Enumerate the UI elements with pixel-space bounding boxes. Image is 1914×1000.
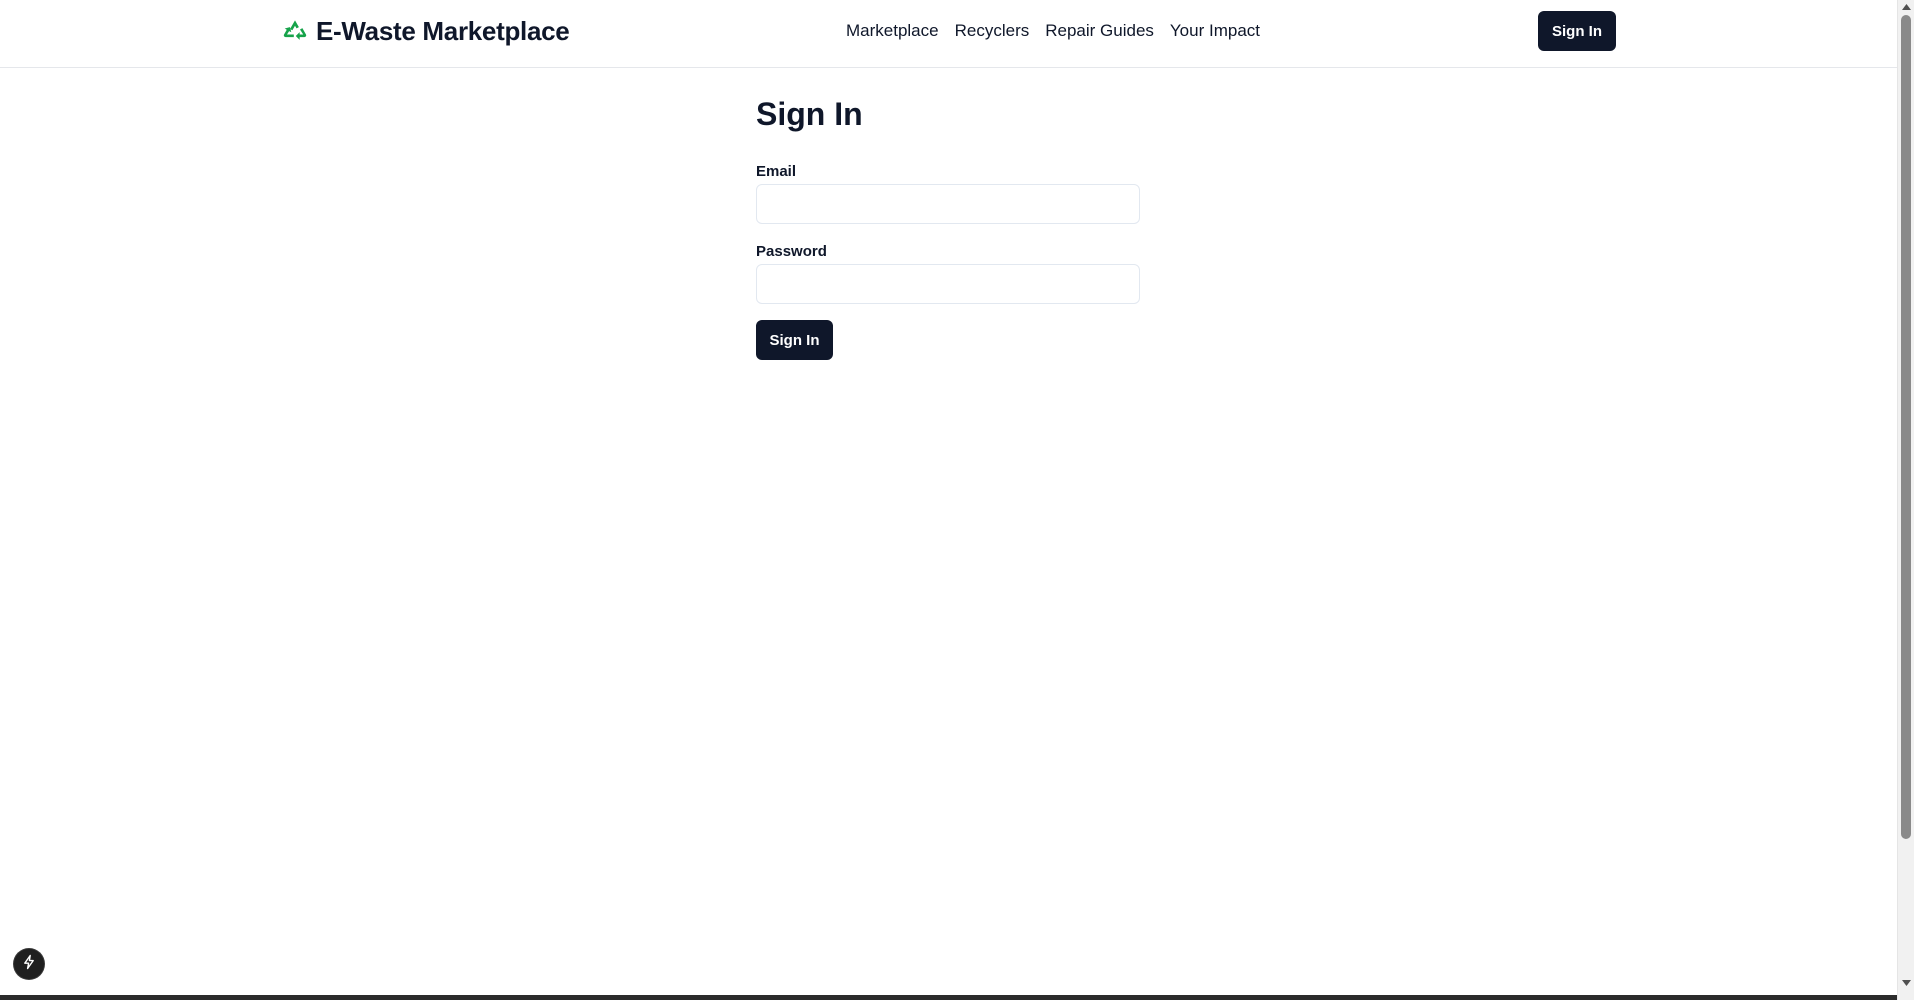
scroll-up-arrow-icon[interactable] (1898, 0, 1914, 14)
site-header: E-Waste Marketplace Marketplace Recycler… (0, 0, 1897, 68)
scrollbar-thumb[interactable] (1901, 15, 1911, 839)
email-label: Email (756, 163, 797, 180)
page-title: Sign In (756, 96, 863, 132)
page: E-Waste Marketplace Marketplace Recycler… (0, 0, 1897, 995)
brand-logo-link[interactable]: E-Waste Marketplace (282, 14, 570, 48)
email-field[interactable] (756, 184, 1140, 224)
header-sign-in-button[interactable]: Sign In (1538, 11, 1616, 51)
brand-name: E-Waste Marketplace (316, 15, 570, 46)
dev-tools-badge[interactable] (14, 949, 44, 979)
password-field[interactable] (756, 264, 1140, 304)
password-label: Password (756, 243, 827, 260)
nav-link-your-impact[interactable]: Your Impact (1170, 21, 1260, 41)
nav-link-repair-guides[interactable]: Repair Guides (1045, 21, 1154, 41)
recycle-icon (282, 18, 308, 44)
nav-link-marketplace[interactable]: Marketplace (846, 21, 939, 41)
scroll-down-arrow-icon[interactable] (1898, 976, 1914, 990)
lightning-icon (21, 954, 37, 975)
window-bottom-edge (0, 995, 1897, 1000)
page-scrollbar[interactable] (1897, 0, 1914, 1000)
main-nav: Marketplace Recyclers Repair Guides Your… (846, 18, 1260, 44)
nav-link-recyclers[interactable]: Recyclers (955, 21, 1030, 41)
sign-in-submit-button[interactable]: Sign In (756, 320, 833, 360)
